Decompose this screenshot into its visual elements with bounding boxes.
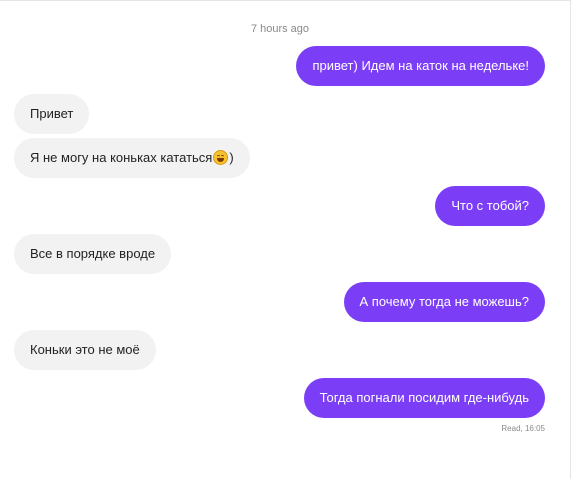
message-text: ) [229, 150, 234, 165]
message-incoming[interactable]: Все в порядке вроде [14, 234, 172, 274]
chat-window: 7 hours ago привет) Идем на каток на нед… [0, 0, 571, 479]
message-incoming[interactable]: Привет [14, 94, 90, 134]
message-incoming[interactable]: Коньки это не моё [14, 330, 156, 370]
message-outgoing[interactable]: А почему тогда не можешь? [343, 282, 545, 322]
message-text: Я не могу на коньках кататься [30, 150, 213, 165]
message-outgoing[interactable]: привет) Идем на каток на недельке! [296, 46, 545, 86]
time-divider: 7 hours ago [250, 23, 310, 35]
grinning-face-emoji-icon [213, 150, 229, 165]
message-incoming[interactable]: Я не могу на коньках кататься) [14, 138, 250, 178]
read-receipt: Read, 16:05 [501, 424, 545, 433]
message-outgoing[interactable]: Что с тобой? [435, 186, 545, 226]
message-outgoing[interactable]: Тогда погнали посидим где-нибудь [303, 378, 545, 418]
